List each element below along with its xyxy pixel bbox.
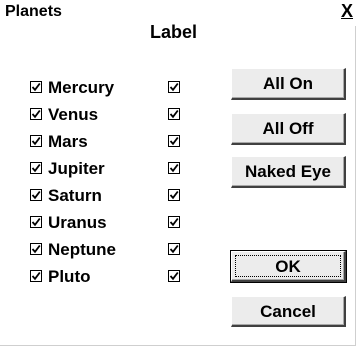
planet-label-checkbox[interactable] <box>168 243 180 255</box>
planet-show-checkbox[interactable] <box>30 162 42 174</box>
planet-name: Mars <box>48 132 88 151</box>
planets-dialog: Planets X Label Mercury Venus Mars Jupiter S… <box>0 0 357 346</box>
checkmark-icon <box>31 271 41 281</box>
checkmark-icon <box>169 217 179 227</box>
ok-button-label: OK <box>275 257 301 276</box>
planet-show-checkbox[interactable] <box>30 270 42 282</box>
cancel-button[interactable]: Cancel <box>231 296 346 327</box>
planet-show-checkbox[interactable] <box>30 81 42 93</box>
planet-show-checkbox[interactable] <box>30 135 42 147</box>
checkmark-icon <box>31 82 41 92</box>
close-button[interactable]: X <box>341 1 353 22</box>
planet-show-checkbox[interactable] <box>30 108 42 120</box>
planet-show-checkbox[interactable] <box>30 243 42 255</box>
planet-show-checkbox[interactable] <box>30 189 42 201</box>
checkmark-icon <box>169 163 179 173</box>
planet-label-checkbox[interactable] <box>168 135 180 147</box>
planet-name: Venus <box>48 105 99 124</box>
checkmark-icon <box>31 136 41 146</box>
checkmark-icon <box>169 82 179 92</box>
checkmark-icon <box>31 163 41 173</box>
planet-label-checkbox[interactable] <box>168 270 180 282</box>
planet-label-checkbox[interactable] <box>168 162 180 174</box>
planet-name: Mercury <box>48 78 115 97</box>
all-on-button[interactable]: All On <box>231 68 346 100</box>
checkmark-icon <box>31 190 41 200</box>
planet-name: Pluto <box>48 267 91 286</box>
checkmark-icon <box>169 136 179 146</box>
checkmark-icon <box>169 109 179 119</box>
checkmark-icon <box>169 244 179 254</box>
all-off-button[interactable]: All Off <box>231 113 346 145</box>
checkmark-icon <box>169 190 179 200</box>
checkmark-icon <box>31 244 41 254</box>
checkmark-icon <box>169 271 179 281</box>
planet-name: Neptune <box>48 240 116 259</box>
planet-label-checkbox[interactable] <box>168 81 180 93</box>
ok-button[interactable]: OK <box>230 250 347 283</box>
planet-label-checkbox[interactable] <box>168 108 180 120</box>
planet-name: Jupiter <box>48 159 105 178</box>
checkmark-icon <box>31 217 41 227</box>
planet-label-checkbox[interactable] <box>168 216 180 228</box>
planet-name: Saturn <box>48 186 102 205</box>
planet-show-checkbox[interactable] <box>30 216 42 228</box>
window-title: Planets <box>5 3 62 20</box>
naked-eye-button[interactable]: Naked Eye <box>231 156 346 188</box>
label-column-header: Label <box>150 22 198 42</box>
planet-name: Uranus <box>48 213 107 232</box>
planet-label-checkbox[interactable] <box>168 189 180 201</box>
checkmark-icon <box>31 109 41 119</box>
